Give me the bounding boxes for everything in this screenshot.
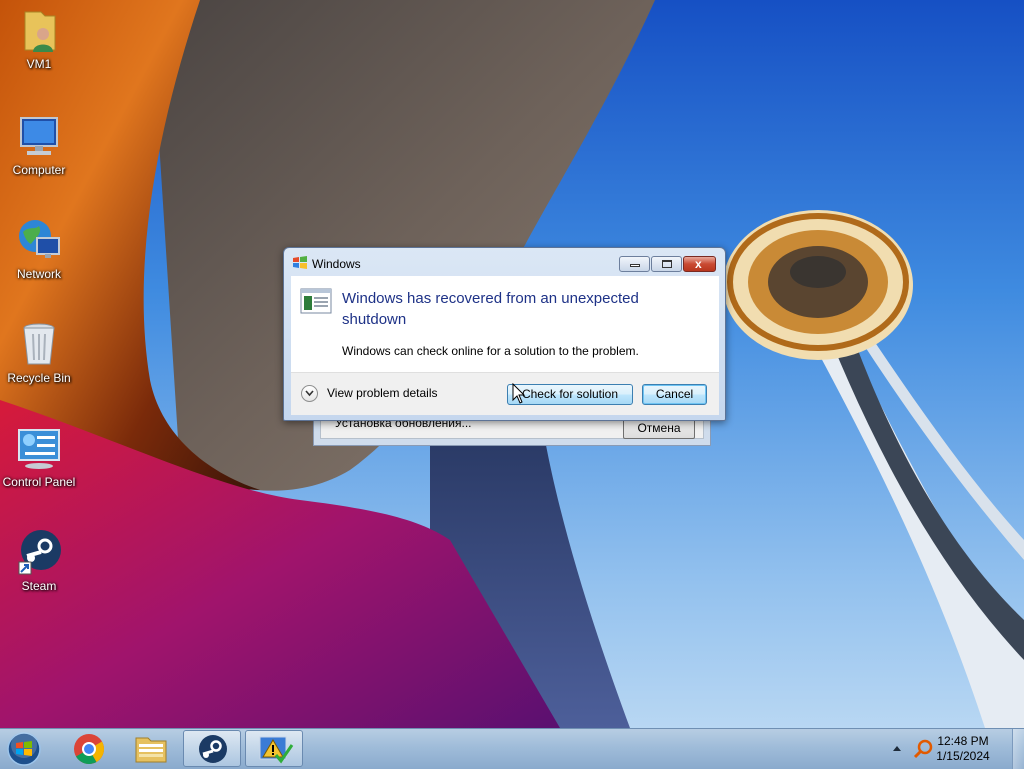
- restore-icon: [662, 260, 672, 268]
- desktop-icon-control-panel[interactable]: Control Panel: [0, 424, 78, 489]
- desktop-icon-recycle-bin[interactable]: Recycle Bin: [0, 320, 78, 385]
- user-folder-icon: [15, 6, 63, 54]
- steam-icon: [199, 735, 227, 763]
- taskbar-chrome[interactable]: [60, 730, 118, 767]
- recycle-bin-icon: [15, 320, 63, 368]
- clock-date: 1/15/2024: [936, 749, 990, 763]
- dialog-content: Windows has recovered from an unexpected…: [291, 276, 719, 372]
- dialog-heading: Windows has recovered from an unexpected…: [342, 290, 639, 328]
- taskbar-explorer[interactable]: [122, 730, 180, 767]
- windows-flag-icon: [292, 256, 308, 270]
- cancel-button[interactable]: Cancel: [642, 384, 707, 405]
- close-icon: x: [695, 257, 702, 271]
- mouse-cursor-icon: [512, 383, 526, 404]
- minimize-button[interactable]: [619, 256, 650, 272]
- steam-icon: [15, 528, 63, 576]
- close-button[interactable]: x: [683, 256, 716, 272]
- start-button[interactable]: [4, 729, 44, 769]
- dialog-footer: View problem details Check for solution …: [291, 372, 719, 415]
- desktop-icon-computer[interactable]: Computer: [0, 112, 78, 177]
- show-hidden-icons-icon[interactable]: [892, 743, 902, 753]
- clock[interactable]: 12:48 PM 1/15/2024: [928, 734, 998, 764]
- taskbar: 12:48 PM 1/15/2024: [0, 728, 1024, 769]
- problem-report-icon: [300, 288, 332, 314]
- maximize-button[interactable]: [651, 256, 682, 272]
- dialog-titlebar[interactable]: Windows x: [284, 248, 725, 276]
- computer-icon: [15, 112, 63, 160]
- desktop-icon-steam[interactable]: Steam: [0, 528, 78, 593]
- desktop-icon-vm1[interactable]: VM1: [0, 6, 78, 71]
- start-orb-icon: [7, 732, 41, 766]
- clock-time: 12:48 PM: [937, 734, 989, 748]
- control-panel-icon: [15, 424, 63, 472]
- file-explorer-icon: [135, 737, 167, 763]
- minimize-icon: [630, 264, 640, 267]
- action-center-warning-icon: [259, 736, 294, 764]
- dialog-description: Windows can check online for a solution …: [342, 344, 639, 358]
- network-globe-icon: [15, 216, 63, 264]
- chrome-icon: [74, 734, 105, 765]
- update-cancel-button[interactable]: Отмена: [623, 418, 695, 439]
- expand-details-button[interactable]: [301, 385, 318, 402]
- recovery-dialog: Windows x Windows has recovered from an …: [283, 247, 726, 421]
- taskbar-action-center[interactable]: [245, 730, 303, 767]
- chevron-down-icon: [305, 390, 314, 397]
- show-desktop-button[interactable]: [1012, 729, 1024, 769]
- view-problem-details-link[interactable]: View problem details: [327, 386, 438, 400]
- taskbar-steam[interactable]: [183, 730, 241, 767]
- desktop-icon-network[interactable]: Network: [0, 216, 78, 281]
- dialog-title: Windows: [312, 257, 361, 271]
